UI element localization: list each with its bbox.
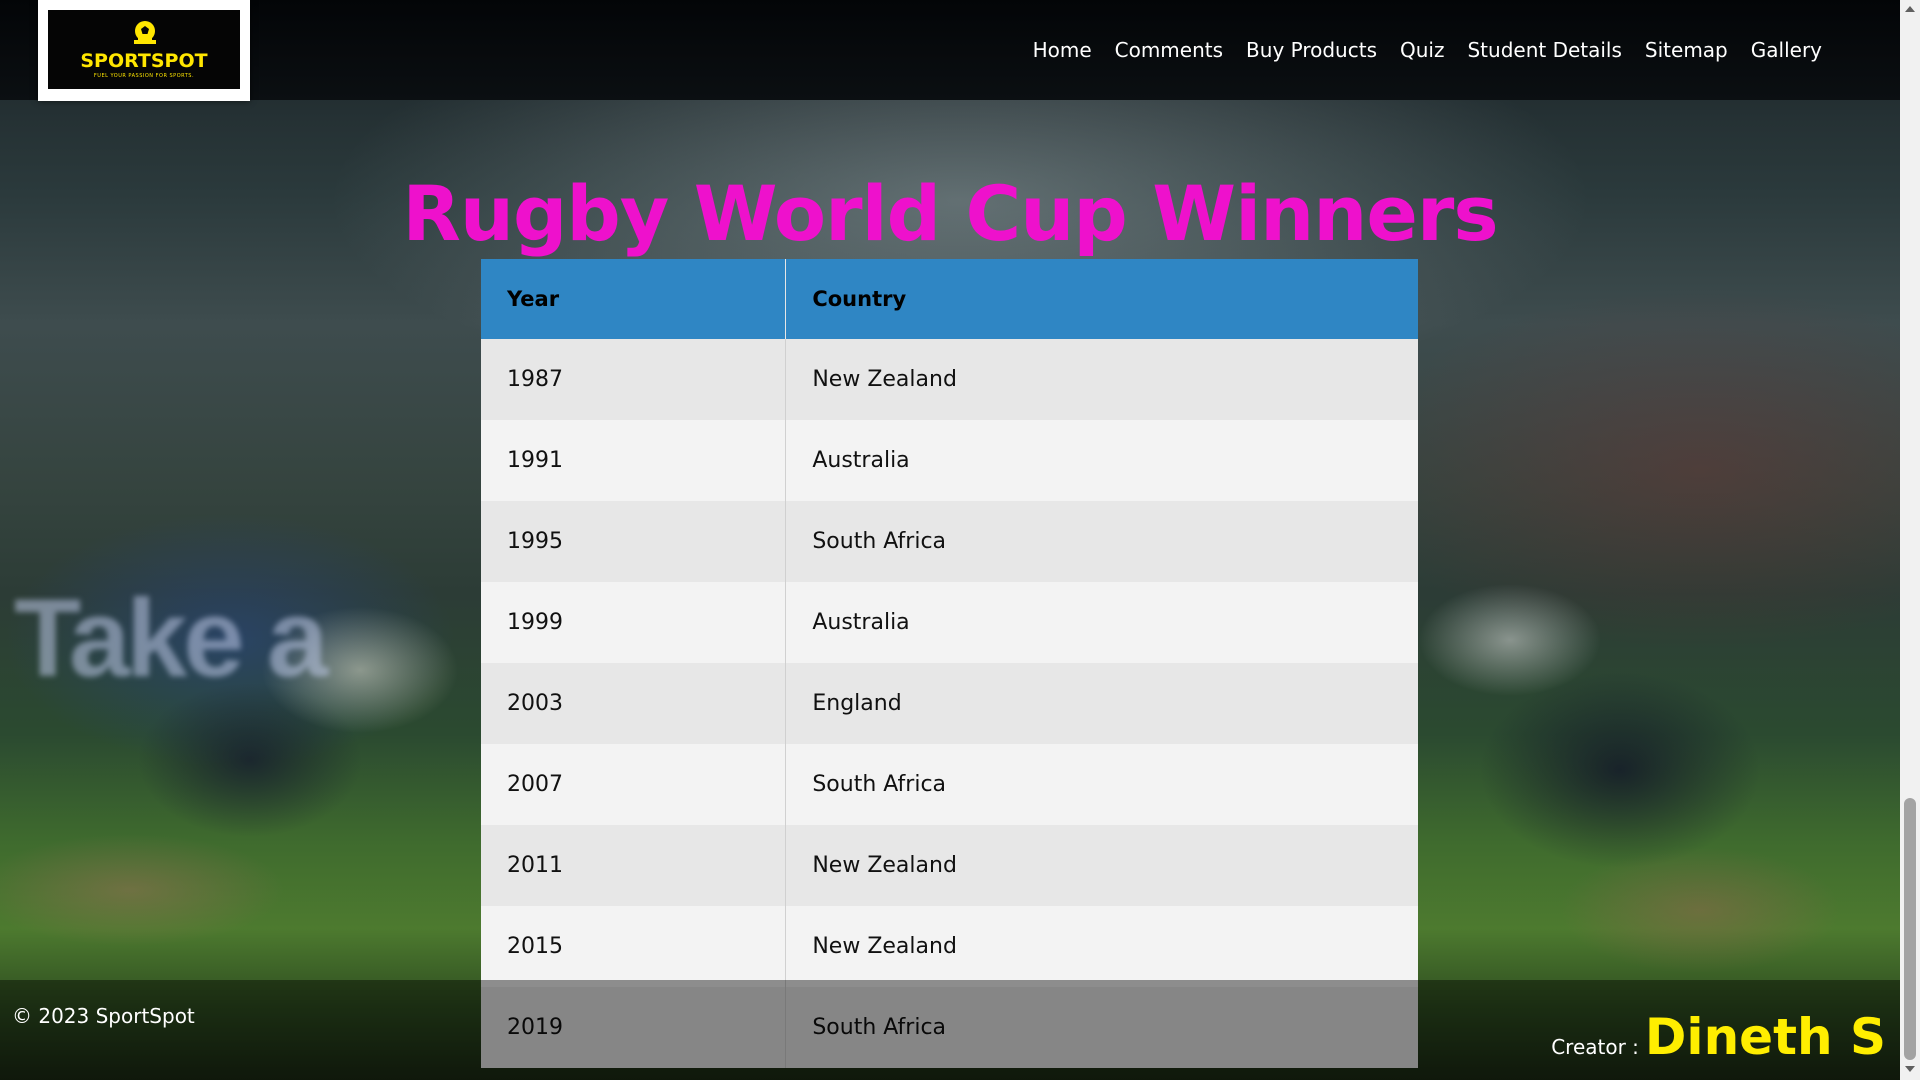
table-row: 2007 South Africa bbox=[481, 744, 1418, 825]
logo-tagline: FUEL YOUR PASSION FOR SPORTS. bbox=[93, 73, 195, 79]
year-cell: 2003 bbox=[481, 663, 787, 744]
copyright-text: © 2023 SportSpot bbox=[12, 1004, 195, 1028]
winners-table: Year Country 1987 New Zealand 1991 Austr… bbox=[481, 259, 1418, 1068]
soccer-ball-icon bbox=[134, 21, 156, 44]
table-row: 2003 England bbox=[481, 663, 1418, 744]
nav-student-details[interactable]: Student Details bbox=[1467, 38, 1621, 62]
creator-name: Dineth S bbox=[1644, 1008, 1886, 1066]
nav-quiz[interactable]: Quiz bbox=[1400, 38, 1444, 62]
country-cell: England bbox=[785, 663, 1418, 744]
vertical-scrollbar[interactable] bbox=[1900, 0, 1920, 1080]
country-cell: New Zealand bbox=[785, 906, 1418, 987]
table-row: 1987 New Zealand bbox=[481, 339, 1418, 420]
country-cell: South Africa bbox=[785, 501, 1418, 582]
main-nav: Home Comments Buy Products Quiz Student … bbox=[1010, 38, 1822, 62]
year-cell: 2007 bbox=[481, 744, 787, 825]
country-cell: New Zealand bbox=[785, 825, 1418, 906]
country-cell: Australia bbox=[785, 420, 1418, 501]
year-cell: 1987 bbox=[481, 339, 787, 420]
year-cell: 2015 bbox=[481, 906, 787, 987]
scrollbar-thumb[interactable] bbox=[1904, 798, 1916, 1060]
table-row: 1991 Australia bbox=[481, 420, 1418, 501]
creator-credit: Creator : Dineth S bbox=[1551, 1008, 1886, 1066]
page-title: Rugby World Cup Winners bbox=[402, 168, 1498, 258]
table-row: 2015 New Zealand bbox=[481, 906, 1418, 987]
background-banner-text: Take a bbox=[14, 577, 328, 700]
year-cell: 1991 bbox=[481, 420, 787, 501]
players-right-image bbox=[1400, 580, 1900, 1000]
creator-label: Creator : bbox=[1551, 1035, 1639, 1059]
scroll-up-arrow-icon[interactable] bbox=[1905, 6, 1915, 12]
nav-home[interactable]: Home bbox=[1033, 38, 1092, 62]
table-row: 1995 South Africa bbox=[481, 501, 1418, 582]
table-header-row: Year Country bbox=[481, 259, 1418, 339]
column-header-country: Country bbox=[785, 259, 1418, 339]
table-row: 2011 New Zealand bbox=[481, 825, 1418, 906]
nav-buy-products[interactable]: Buy Products bbox=[1246, 38, 1377, 62]
site-header: SPORTSPOT FUEL YOUR PASSION FOR SPORTS. … bbox=[0, 0, 1900, 101]
logo-link[interactable]: SPORTSPOT FUEL YOUR PASSION FOR SPORTS. bbox=[38, 0, 250, 101]
nav-comments[interactable]: Comments bbox=[1115, 38, 1223, 62]
nav-sitemap[interactable]: Sitemap bbox=[1645, 38, 1728, 62]
scroll-down-arrow-icon[interactable] bbox=[1905, 1066, 1915, 1072]
year-cell: 2011 bbox=[481, 825, 787, 906]
year-cell: 1995 bbox=[481, 501, 787, 582]
country-cell: New Zealand bbox=[785, 339, 1418, 420]
country-cell: Australia bbox=[785, 582, 1418, 663]
country-cell: South Africa bbox=[785, 744, 1418, 825]
winners-table-container: Year Country 1987 New Zealand 1991 Austr… bbox=[481, 259, 1418, 1068]
table-row: 1999 Australia bbox=[481, 582, 1418, 663]
column-header-year: Year bbox=[481, 259, 787, 339]
nav-gallery[interactable]: Gallery bbox=[1751, 38, 1822, 62]
year-cell: 1999 bbox=[481, 582, 787, 663]
logo: SPORTSPOT FUEL YOUR PASSION FOR SPORTS. bbox=[48, 10, 240, 89]
logo-brand-text: SPORTSPOT bbox=[80, 50, 208, 72]
